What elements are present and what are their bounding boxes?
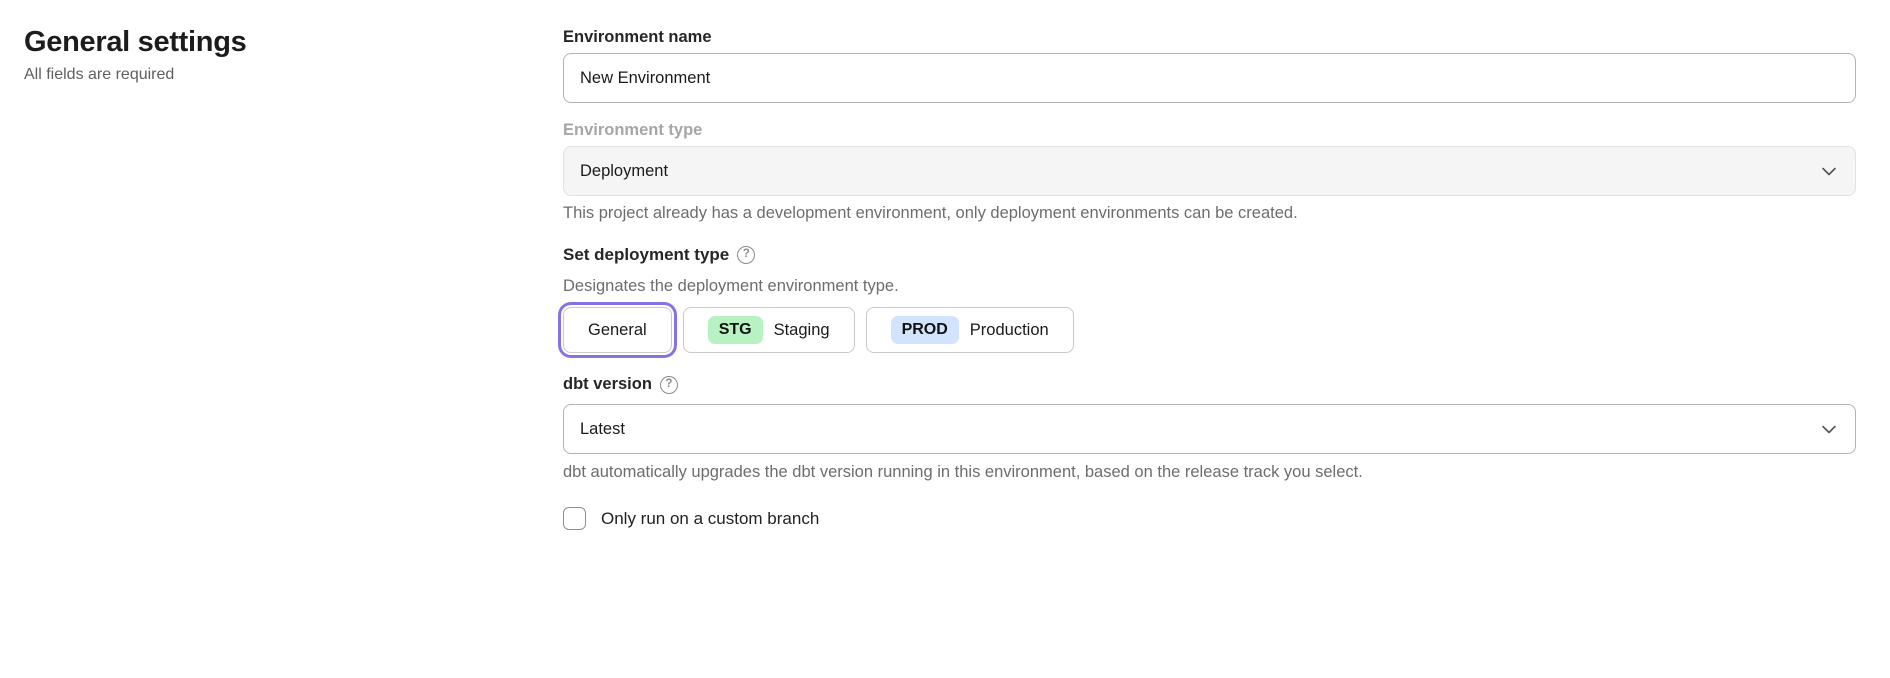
dbt-version-label-row: dbt version ? bbox=[563, 375, 678, 394]
settings-form: Environment name Environment type Deploy… bbox=[563, 0, 1856, 678]
deployment-type-option-production[interactable]: PROD Production bbox=[866, 307, 1074, 353]
deployment-type-label: Set deployment type bbox=[563, 245, 729, 265]
environment-name-label: Environment name bbox=[563, 28, 712, 47]
dbt-version-helper: dbt automatically upgrades the dbt versi… bbox=[563, 463, 1363, 482]
custom-branch-checkbox[interactable] bbox=[563, 507, 586, 530]
deployment-type-option-staging[interactable]: STG Staging bbox=[683, 307, 855, 353]
dbt-version-label: dbt version bbox=[563, 375, 652, 394]
staging-badge: STG bbox=[708, 316, 763, 344]
deployment-type-options: General STG Staging PROD Production bbox=[563, 307, 1074, 353]
environment-type-select: Deployment bbox=[563, 146, 1856, 196]
deployment-type-option-label: General bbox=[588, 321, 647, 340]
page-title: General settings bbox=[24, 26, 246, 59]
help-icon[interactable]: ? bbox=[737, 246, 755, 264]
general-settings-page: General settings All fields are required… bbox=[0, 0, 1890, 678]
page-subtitle: All fields are required bbox=[24, 66, 174, 84]
dbt-version-select[interactable]: Latest bbox=[563, 404, 1856, 454]
environment-type-value: Deployment bbox=[580, 162, 668, 181]
help-icon[interactable]: ? bbox=[660, 376, 678, 394]
deployment-type-helper: Designates the deployment environment ty… bbox=[563, 277, 899, 296]
environment-type-label: Environment type bbox=[563, 121, 702, 140]
custom-branch-label: Only run on a custom branch bbox=[601, 509, 819, 529]
deployment-type-option-label: Staging bbox=[774, 321, 830, 340]
custom-branch-row[interactable]: Only run on a custom branch bbox=[563, 507, 819, 530]
chevron-down-icon bbox=[1821, 163, 1837, 179]
deployment-type-option-general[interactable]: General bbox=[563, 307, 672, 353]
chevron-down-icon bbox=[1821, 421, 1837, 437]
deployment-type-label-row: Set deployment type ? bbox=[563, 245, 755, 265]
environment-name-input[interactable] bbox=[563, 53, 1856, 103]
environment-type-helper: This project already has a development e… bbox=[563, 204, 1298, 223]
production-badge: PROD bbox=[891, 316, 959, 344]
deployment-type-option-label: Production bbox=[970, 321, 1049, 340]
dbt-version-value: Latest bbox=[580, 420, 625, 439]
